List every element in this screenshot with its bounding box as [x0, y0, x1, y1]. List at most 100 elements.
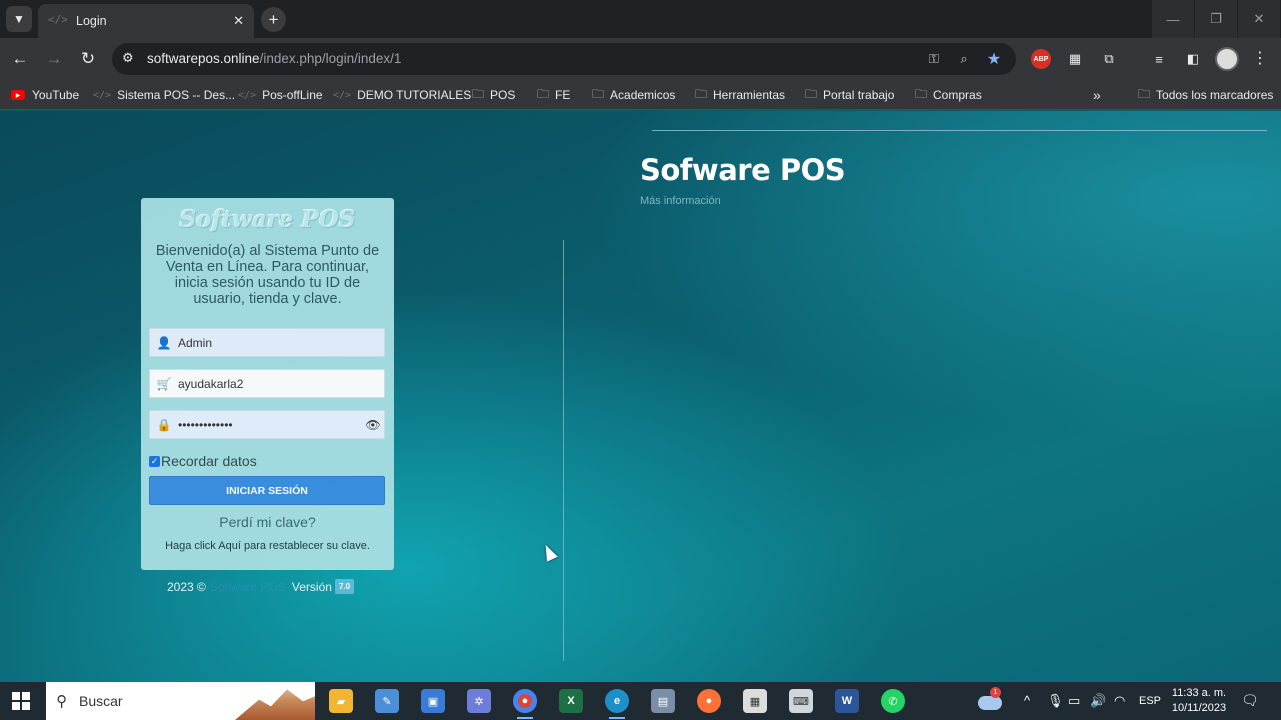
close-window-button[interactable]: ✕	[1238, 0, 1280, 38]
code-icon: </>	[93, 89, 112, 101]
bookmark-folder-portal-trabajo[interactable]: 🗀 Portal trabajo	[805, 86, 894, 104]
folder-icon: 🗀	[472, 86, 485, 101]
volume-icon[interactable]: 🔊	[1090, 693, 1106, 709]
bookmark-folder-pos[interactable]: 🗀 POS	[472, 86, 515, 104]
profile-avatar[interactable]	[1215, 47, 1239, 71]
whatsapp-icon[interactable]: ✆	[881, 689, 905, 713]
folder-icon: 🗀	[695, 86, 708, 101]
bookmark-folder-academicos[interactable]: 🗀 Academicos	[592, 86, 675, 104]
remember-checkbox[interactable]: ✓ Recordar datos	[149, 453, 257, 469]
footer-brand-link[interactable]: Software POS	[210, 580, 286, 594]
extensions-icon[interactable]: ⧉	[1099, 49, 1119, 69]
bookmark-sistema-pos[interactable]: </> Sistema POS -- Des...	[93, 86, 235, 104]
excel-icon[interactable]: X	[559, 689, 583, 713]
remote-desktop-icon[interactable]: ▣	[421, 689, 445, 713]
search-highlight-image	[235, 689, 315, 720]
reload-icon[interactable]: ↻	[76, 47, 100, 71]
checkbox-checked-icon[interactable]: ✓	[149, 455, 160, 467]
page-title: Sofware POS	[640, 153, 846, 187]
more-info-link[interactable]: Más información	[640, 195, 721, 207]
folder-icon: 🗀	[805, 86, 818, 101]
store-value[interactable]: ayudakarla2	[178, 377, 384, 391]
media-control-icon[interactable]: ≡	[1149, 49, 1169, 69]
youtube-icon: ▶	[11, 90, 25, 100]
side-panel-icon[interactable]: ◧	[1183, 49, 1203, 69]
show-password-icon[interactable]: 👁	[362, 418, 384, 432]
key-icon[interactable]: ⚿	[924, 49, 944, 69]
forward-icon[interactable]: →	[42, 47, 66, 71]
adblock-icon[interactable]: ABP	[1031, 49, 1051, 69]
search-placeholder: Buscar	[79, 693, 123, 709]
card-logo: Software POS	[179, 206, 356, 233]
footer: 2023 © Software POS Versión 7.0	[167, 579, 355, 594]
folder-icon: 🗀	[592, 86, 605, 101]
tab-strip: ▼ </> Login ✕ + — ❐ ✕	[0, 0, 1281, 38]
cloud-icon	[978, 696, 1002, 710]
clock-date: 10/11/2023	[1171, 702, 1227, 714]
forgot-password-link[interactable]: Perdí mi clave?	[141, 514, 394, 530]
remember-label: Recordar datos	[161, 453, 257, 469]
paint-icon[interactable]: ✎	[375, 689, 399, 713]
network-app-icon[interactable]: ▤	[651, 689, 675, 713]
all-bookmarks-button[interactable]: 🗀 Todos los marcadores	[1138, 86, 1273, 104]
bookmark-pos-offline[interactable]: </> Pos-offLine	[238, 86, 323, 104]
folder-icon: 🗀	[537, 86, 550, 101]
firefox-icon[interactable]: ●	[697, 689, 721, 713]
bookmark-folder-fe[interactable]: 🗀 FE	[537, 86, 570, 104]
browser-tab[interactable]: </> Login ✕	[38, 4, 254, 38]
restore-button[interactable]: ❐	[1195, 0, 1237, 38]
taskbar-search[interactable]: ⚲ Buscar	[46, 682, 315, 720]
file-explorer-icon[interactable]: ▰	[329, 689, 353, 713]
login-button[interactable]: INICIAR SESIÓN	[149, 476, 385, 505]
user-id-value[interactable]: Admin	[178, 336, 384, 350]
code-icon: </>	[333, 89, 352, 101]
battery-icon[interactable]: ▭	[1068, 693, 1080, 709]
version-badge: 7.0	[334, 579, 355, 594]
viewer-app-icon[interactable]: ▦	[743, 689, 767, 713]
edge-icon[interactable]: e	[605, 689, 629, 719]
vertical-divider	[563, 240, 564, 661]
weather-widget[interactable]: 1	[978, 687, 1004, 710]
system-clock[interactable]: 11:33 a. m. 10/11/2023	[1166, 686, 1232, 716]
settings-app-icon[interactable]: ✲	[467, 689, 491, 713]
bookmarks-overflow-icon[interactable]: »	[1093, 86, 1101, 104]
password-value[interactable]: •••••••••••••	[178, 418, 362, 432]
bookmark-folder-compras[interactable]: 🗀 Compras	[915, 86, 982, 104]
store-field[interactable]: 🛒 ayudakarla2	[149, 369, 385, 398]
reset-password-link[interactable]: Aquí	[218, 540, 241, 552]
windows-start-icon[interactable]	[12, 692, 30, 710]
login-card: Software POS Bienvenido(a) al Sistema Pu…	[141, 198, 394, 570]
close-tab-icon[interactable]: ✕	[233, 13, 244, 29]
url-text[interactable]: softwarepos.online/index.php/login/index…	[147, 51, 401, 66]
mouse-cursor	[540, 542, 558, 562]
more-menu-icon[interactable]: ⋮	[1252, 48, 1268, 68]
show-hidden-icons-icon[interactable]: ^	[1024, 693, 1030, 708]
bookmark-star-icon[interactable]: ★	[984, 49, 1004, 69]
site-info-icon[interactable]: ⚙	[122, 50, 134, 66]
welcome-text: Bienvenido(a) al Sistema Punto de Venta …	[155, 243, 380, 307]
minimize-button[interactable]: —	[1152, 0, 1194, 38]
back-icon[interactable]: ←	[8, 47, 32, 71]
microphone-icon[interactable]: 🎙	[1047, 693, 1064, 709]
bookmark-folder-herramientas[interactable]: 🗀 Herramientas	[695, 86, 785, 104]
word-icon[interactable]: W	[835, 689, 859, 713]
weather-badge: 1	[990, 687, 1001, 698]
version-label: Versión	[291, 579, 332, 594]
tab-search-button[interactable]: ▼	[6, 6, 32, 32]
bookmarks-bar: ▶ YouTube </> Sistema POS -- Des... </> Pos…	[0, 80, 1281, 110]
qr-code-icon[interactable]: ▦	[1065, 49, 1085, 69]
password-field[interactable]: 🔒 ••••••••••••• 👁	[149, 410, 385, 439]
notifications-icon[interactable]: 🗨	[1241, 692, 1259, 709]
user-id-field[interactable]: 👤 Admin	[149, 328, 385, 357]
keyboard-app-icon[interactable]: ⌨	[789, 689, 813, 713]
address-bar[interactable]: ⚙ softwarepos.online/index.php/login/ind…	[112, 43, 1016, 75]
wifi-icon[interactable]: ◠	[1114, 693, 1125, 709]
zoom-icon[interactable]: ⌕	[954, 49, 974, 69]
tab-title: Login	[76, 14, 107, 28]
bookmark-youtube[interactable]: ▶ YouTube	[11, 86, 79, 104]
chrome-icon[interactable]: ●	[513, 689, 537, 719]
new-tab-button[interactable]: +	[261, 7, 286, 32]
language-indicator[interactable]: ESP	[1139, 695, 1161, 707]
favicon-icon: </>	[48, 13, 68, 26]
bookmark-demo-tutoriales[interactable]: </> DEMO TUTORIALES	[333, 86, 471, 104]
